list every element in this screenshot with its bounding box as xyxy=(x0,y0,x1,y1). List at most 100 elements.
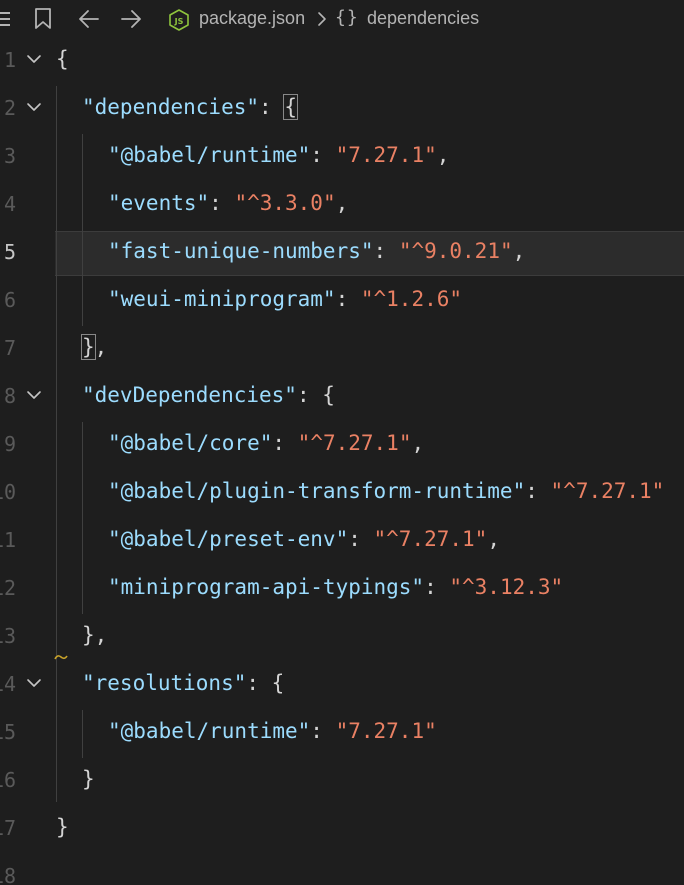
code-text[interactable]: { xyxy=(56,47,69,71)
nodejs-json-file-icon: JS xyxy=(168,9,190,36)
json-key: "@babel/core" xyxy=(108,431,273,455)
line-number: 8 xyxy=(3,384,16,408)
json-string-value: "^1.2.6" xyxy=(360,287,463,311)
fold-chevron-down-icon[interactable] xyxy=(26,670,42,694)
line-number: 13 xyxy=(0,624,17,648)
code-text[interactable]: } xyxy=(82,767,95,791)
line-number: 11 xyxy=(0,528,17,552)
json-key: "dependencies" xyxy=(82,95,260,119)
indent-guide xyxy=(82,710,83,758)
code-text[interactable]: "@babel/runtime": "7.27.1", xyxy=(108,143,449,167)
arrow-right-icon[interactable] xyxy=(120,9,142,34)
code-text[interactable]: "@babel/plugin-transform-runtime": "^7.2… xyxy=(108,479,664,503)
svg-text:JS: JS xyxy=(174,17,184,26)
json-string-value: "^3.12.3" xyxy=(449,575,564,599)
code-text[interactable]: "events": "^3.3.0", xyxy=(108,191,348,215)
bracket: }, xyxy=(82,623,108,647)
fold-chevron-down-icon[interactable] xyxy=(26,46,42,70)
editor-line[interactable]: 14 "resolutions": { xyxy=(0,662,684,710)
editor-line[interactable]: 6 "weui-miniprogram": "^1.2.6" xyxy=(0,278,684,326)
object-open: : { xyxy=(259,94,298,120)
menu-icon[interactable] xyxy=(0,10,12,33)
json-string-value: "^7.27.1" xyxy=(373,527,488,551)
editor-line[interactable]: 5 "fast-unique-numbers": "^9.0.21", xyxy=(0,230,684,278)
bracket: { xyxy=(56,47,69,71)
trailing-comma: , xyxy=(436,143,450,167)
editor-line[interactable]: 1{ xyxy=(0,38,684,86)
breadcrumb-bar: JS package.json {} dependencies xyxy=(0,0,684,38)
indent-guide xyxy=(56,86,57,802)
editor-line[interactable]: 3 "@babel/runtime": "7.27.1", xyxy=(0,134,684,182)
json-key: "@babel/runtime" xyxy=(108,143,311,167)
line-number: 16 xyxy=(0,768,17,792)
code-text[interactable]: "@babel/core": "^7.27.1", xyxy=(108,431,424,455)
json-key: "devDependencies" xyxy=(82,383,297,407)
editor-line[interactable]: 2 "dependencies": { xyxy=(0,86,684,134)
colon-separator: : xyxy=(272,431,298,455)
indent-guide xyxy=(82,422,83,614)
json-key: "weui-miniprogram" xyxy=(108,287,336,311)
json-string-value: "^3.3.0" xyxy=(234,191,336,215)
breadcrumb-file[interactable]: package.json xyxy=(199,8,305,29)
code-text[interactable]: } xyxy=(56,815,69,839)
arrow-left-icon[interactable] xyxy=(78,9,100,34)
code-text[interactable]: "@babel/runtime": "7.27.1" xyxy=(108,719,437,743)
editor-line[interactable]: 10 "@babel/plugin-transform-runtime": "^7… xyxy=(0,470,684,518)
code-text[interactable]: "dependencies": { xyxy=(82,94,298,120)
editor-line[interactable]: 9 "@babel/core": "^7.27.1", xyxy=(0,422,684,470)
colon-separator: : xyxy=(310,719,336,743)
code-text[interactable]: "miniprogram-api-typings": "^3.12.3" xyxy=(108,575,563,599)
colon-separator: : xyxy=(335,287,361,311)
breadcrumb-section[interactable]: dependencies xyxy=(367,8,479,29)
colon-separator: : xyxy=(424,575,450,599)
code-text[interactable]: "fast-unique-numbers": "^9.0.21", xyxy=(108,239,525,263)
line-number: 15 xyxy=(0,720,17,744)
line-number: 3 xyxy=(3,144,16,168)
editor-line[interactable]: 12 "miniprogram-api-typings": "^3.12.3" xyxy=(0,566,684,614)
colon-separator: : xyxy=(310,143,336,167)
code-text[interactable]: "@babel/preset-env": "^7.27.1", xyxy=(108,527,500,551)
line-number: 7 xyxy=(3,336,16,360)
code-editor[interactable]: 1{2 "dependencies": { 3 "@babel/runtime": "… xyxy=(0,38,684,885)
line-number: 17 xyxy=(0,816,17,840)
line-number: 12 xyxy=(0,576,17,600)
object-open: : { xyxy=(246,671,285,695)
json-key: "resolutions" xyxy=(82,671,247,695)
editor-line[interactable]: 16} xyxy=(0,758,684,806)
line-number: 18 xyxy=(0,864,17,885)
fold-chevron-down-icon[interactable] xyxy=(26,382,42,406)
line-number: 4 xyxy=(3,192,16,216)
line-number: 9 xyxy=(3,432,16,456)
editor-line[interactable]: 15 "@babel/runtime": "7.27.1" xyxy=(0,710,684,758)
json-string-value: "^9.0.21" xyxy=(398,239,513,263)
chevron-right-icon xyxy=(316,10,328,33)
line-number: 5 xyxy=(3,240,16,264)
editor-line[interactable]: 8 "devDependencies": { xyxy=(0,374,684,422)
matched-bracket: { xyxy=(283,94,298,120)
json-string-value: "7.27.1" xyxy=(335,143,437,167)
fold-chevron-down-icon[interactable] xyxy=(26,94,42,118)
code-text[interactable]: "resolutions": { xyxy=(82,671,284,695)
code-text[interactable]: "weui-miniprogram": "^1.2.6" xyxy=(108,287,462,311)
json-key: "fast-unique-numbers" xyxy=(108,239,374,263)
editor-line[interactable]: 4 "events": "^3.3.0", xyxy=(0,182,684,230)
colon-separator: : xyxy=(373,239,399,263)
code-text[interactable]: "devDependencies": { xyxy=(82,383,335,407)
editor-line[interactable]: 11 "@babel/preset-env": "^7.27.1", xyxy=(0,518,684,566)
trailing-comma: , xyxy=(512,239,526,263)
editor-line[interactable]: 13}, xyxy=(0,614,684,662)
colon-separator: : xyxy=(348,527,374,551)
editor-line[interactable]: 17} xyxy=(0,806,684,854)
line-number: 14 xyxy=(0,672,17,696)
editor-line[interactable]: 7}, xyxy=(0,326,684,374)
bookmark-icon[interactable] xyxy=(34,8,52,35)
bracket: }, xyxy=(81,334,108,360)
editor-line[interactable]: 18 xyxy=(0,854,684,885)
indent-guide xyxy=(82,134,83,326)
bracket: } xyxy=(82,767,95,791)
json-key: "@babel/preset-env" xyxy=(108,527,349,551)
code-text[interactable]: }, xyxy=(82,623,107,647)
code-text[interactable]: }, xyxy=(81,334,108,360)
warning-squiggle-icon xyxy=(54,648,68,666)
json-string-value: "^7.27.1" xyxy=(297,431,412,455)
